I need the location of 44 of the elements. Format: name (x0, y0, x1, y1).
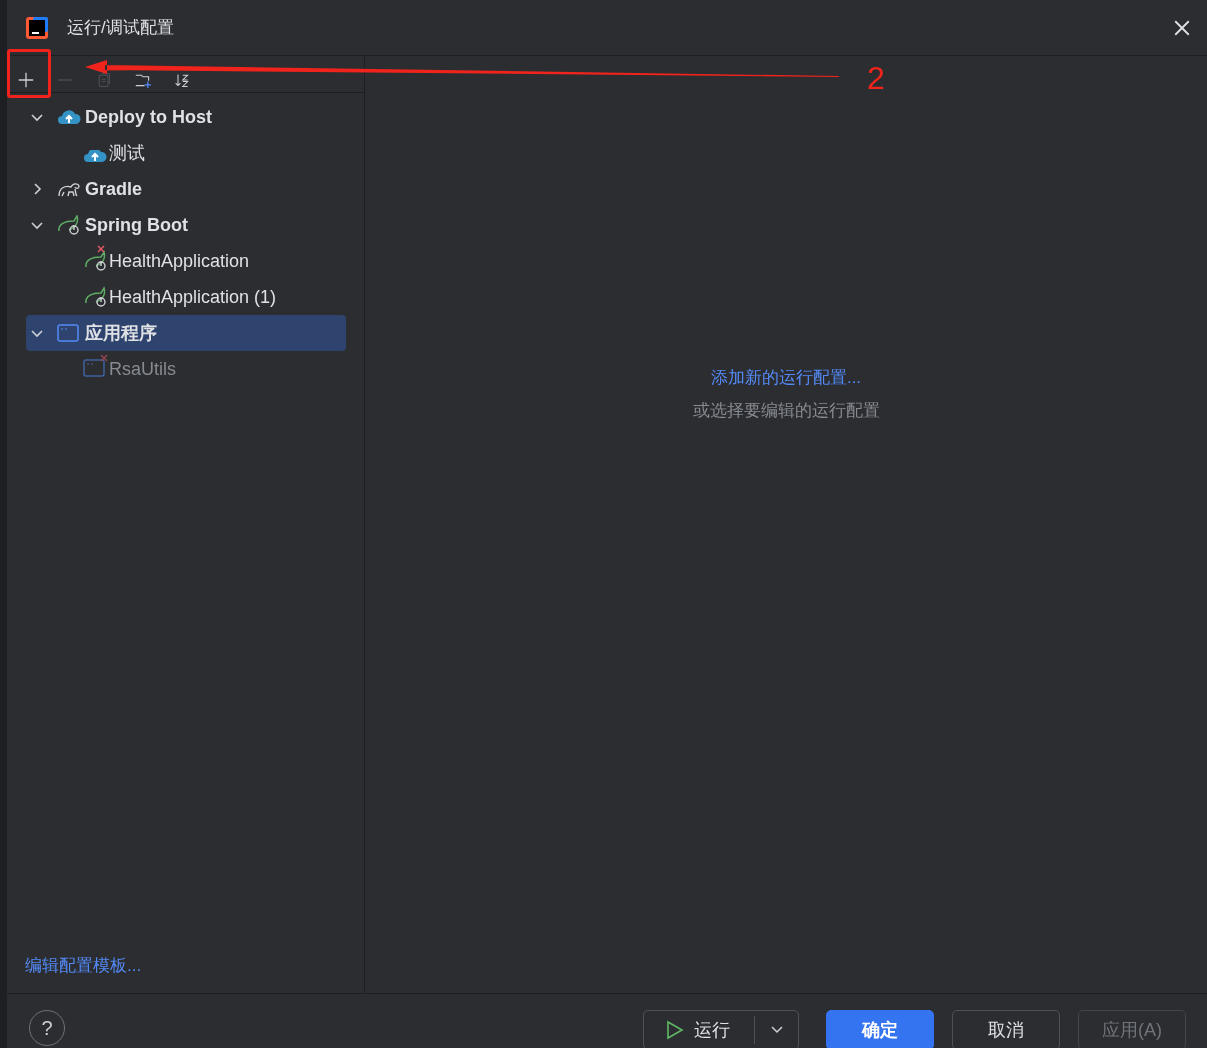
cloud-upload-icon (57, 108, 81, 126)
tree-item[interactable]: 测试 (26, 135, 346, 171)
tree-item-label: Deploy to Host (85, 106, 212, 128)
chevron-icon[interactable] (31, 111, 43, 123)
play-icon (666, 1020, 684, 1040)
tree-item-label: 应用程序 (85, 322, 157, 345)
dialog-button[interactable]: 取消 (952, 1010, 1060, 1048)
add-icon[interactable] (17, 72, 35, 88)
tree-item-label: Gradle (85, 178, 143, 200)
chevron-icon[interactable] (31, 327, 43, 339)
close-icon[interactable] (1173, 18, 1191, 37)
leaf-power-error-icon (83, 245, 109, 271)
tree-item[interactable]: Spring Boot (26, 207, 346, 243)
window-icon (57, 324, 79, 342)
elephant-icon (57, 180, 81, 198)
tree-item[interactable]: HealthApplication (1) (26, 279, 346, 315)
tree-item-label: 测试 (109, 142, 145, 165)
tree-item[interactable]: 应用程序 (26, 315, 346, 351)
chevron-icon[interactable] (31, 183, 43, 195)
tree-item[interactable]: Gradle (26, 171, 346, 207)
highlight-frame (7, 49, 51, 98)
app-logo-icon (25, 15, 49, 40)
caret-icon[interactable] (771, 1026, 783, 1034)
run-label: 运行 (694, 1019, 730, 1042)
empty-hint-text: 或选择要编辑的运行配置 (692, 400, 880, 422)
leaf-power-icon (57, 215, 81, 235)
run-split-button[interactable]: 运行 (643, 1010, 799, 1048)
tree-item-label: HealthApplication (109, 250, 250, 272)
sort-icon[interactable] (173, 72, 191, 88)
dialog-button[interactable]: 确定 (826, 1010, 934, 1048)
tree-item[interactable]: Deploy to Host (26, 99, 346, 135)
edit-templates-link[interactable]: 编辑配置模板... (25, 954, 364, 977)
window-error-icon (83, 354, 109, 378)
tree-item-label: Spring Boot (85, 214, 188, 236)
annotation-number: 2 (867, 60, 885, 97)
window-title: 运行/调试配置 (67, 17, 174, 39)
tree-item[interactable]: RsaUtils (26, 351, 346, 387)
add-configuration-link[interactable]: 添加新的运行配置... (710, 366, 862, 389)
tree-item-label: RsaUtils (109, 358, 176, 380)
cloud-upload-icon (83, 149, 107, 163)
tree-item-label: HealthApplication (1) (109, 286, 277, 308)
new-folder-icon[interactable] (134, 72, 152, 88)
tree-item[interactable]: HealthApplication (26, 243, 346, 279)
chevron-icon[interactable] (31, 219, 43, 231)
